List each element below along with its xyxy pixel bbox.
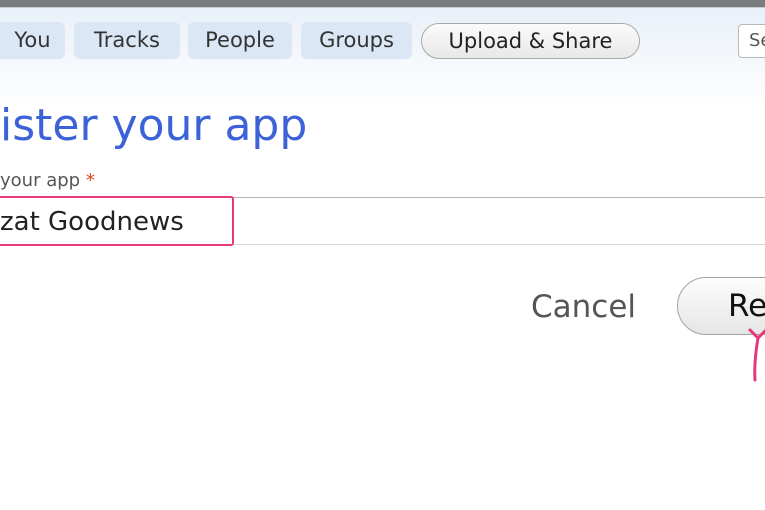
app-name-label: your app * (0, 169, 95, 193)
nav-tab-groups[interactable]: Groups (301, 22, 412, 59)
top-navigation: You Tracks People Groups Upload & Share … (0, 8, 765, 108)
nav-tab-you[interactable]: You (0, 22, 65, 59)
nav-tab-tracks[interactable]: Tracks (74, 22, 180, 59)
nav-tab-people[interactable]: People (188, 22, 292, 59)
page: You Tracks People Groups Upload & Share … (0, 0, 765, 510)
browser-top-strip (0, 0, 765, 8)
annotation-highlight-box (0, 196, 234, 246)
search-input[interactable]: Se (738, 24, 765, 58)
arrow-head-left (748, 328, 760, 340)
arrow-head-right (756, 328, 765, 340)
upload-share-button[interactable]: Upload & Share (421, 23, 640, 59)
cancel-button[interactable]: Cancel (531, 286, 636, 328)
arrow-shaft (753, 336, 760, 382)
pink-arrow-icon (748, 328, 765, 382)
required-marker: * (85, 170, 95, 191)
app-name-label-text: your app (0, 170, 81, 191)
page-title: ister your app (0, 100, 308, 151)
